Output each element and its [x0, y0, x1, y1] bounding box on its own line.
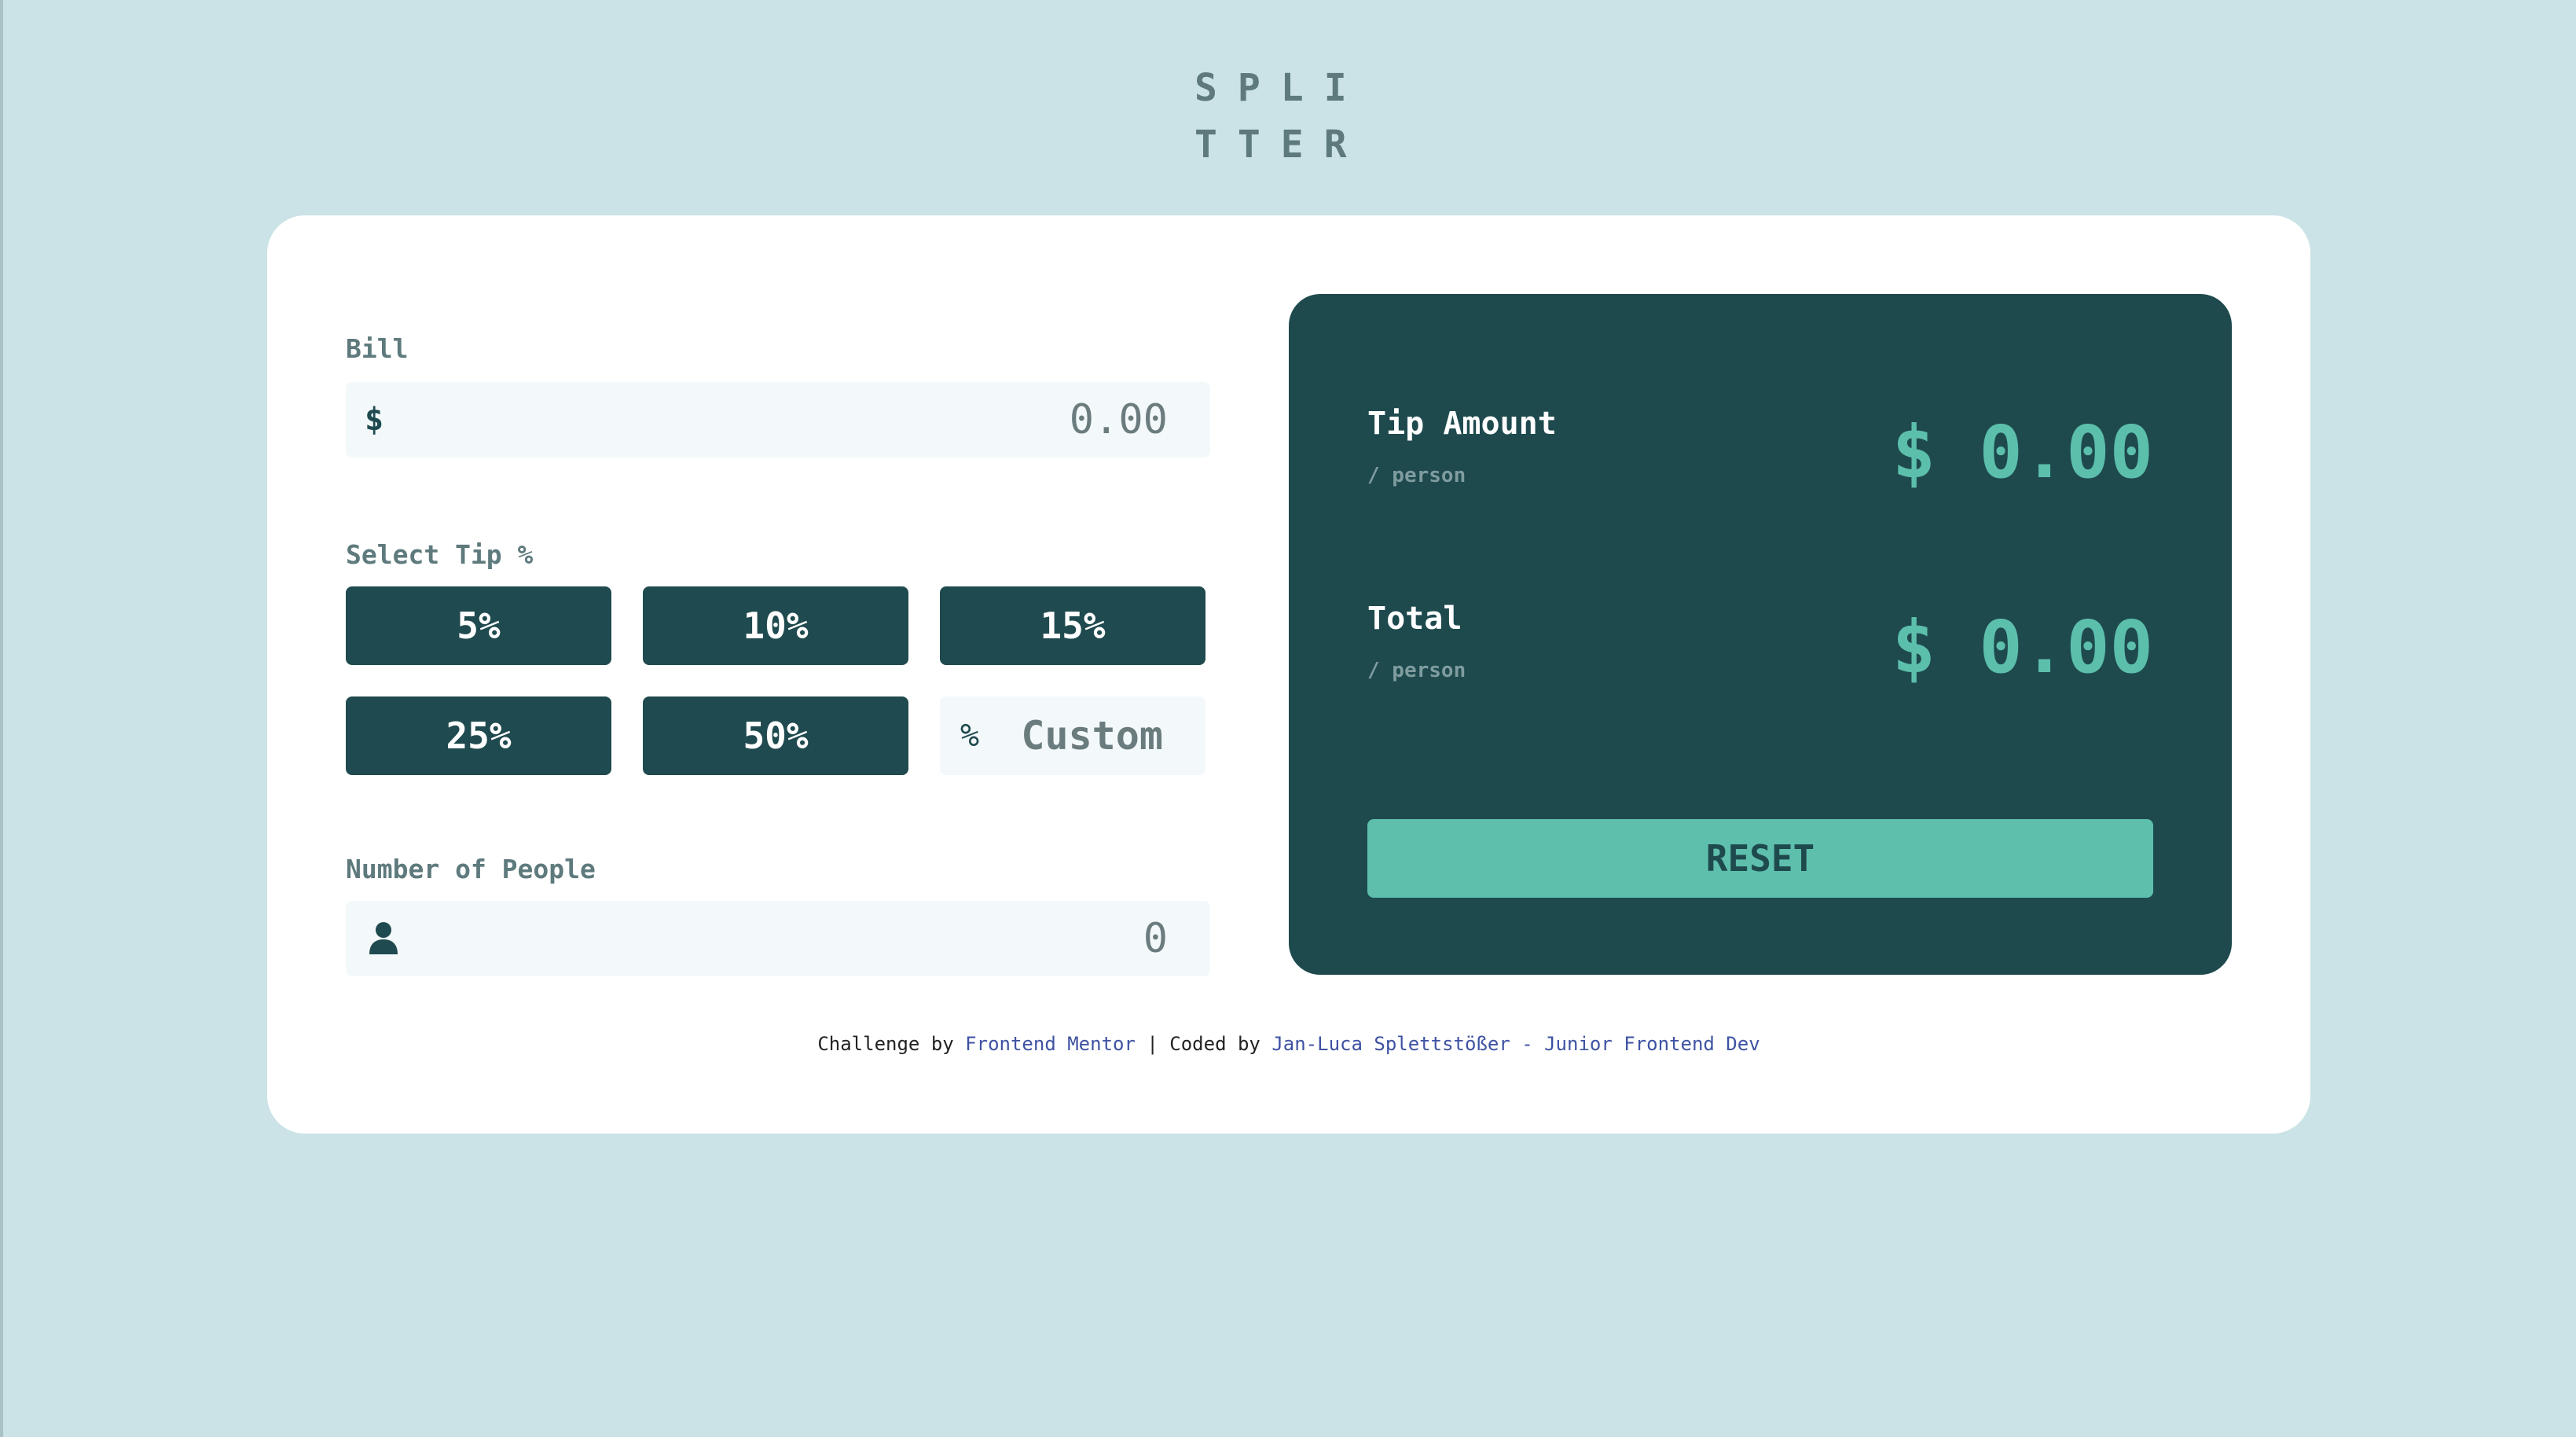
select-tip-label: Select Tip %: [346, 539, 534, 570]
logo-line-2: TTER: [1194, 123, 1367, 167]
custom-tip-input[interactable]: % Custom: [940, 696, 1205, 775]
attribution-footer: Challenge by Frontend Mentor | Coded by …: [267, 1033, 2310, 1055]
tip-amount-value: $ 0.00: [1892, 410, 2153, 494]
tip-amount-sub: / person: [1367, 464, 1466, 487]
tip-button-25[interactable]: 25%: [346, 696, 611, 775]
percent-icon: %: [960, 718, 980, 754]
author-link[interactable]: Jan-Luca Splettstößer - Junior Frontend …: [1271, 1033, 1760, 1055]
dollar-icon: $: [365, 402, 384, 438]
custom-tip-placeholder: Custom: [1021, 713, 1163, 759]
total-title: Total: [1367, 601, 1462, 637]
total-value: $ 0.00: [1892, 605, 2153, 689]
reset-button[interactable]: RESET: [1367, 819, 2153, 898]
logo-line-1: SPLI: [1194, 66, 1367, 110]
app-logo: SPLI TTER: [1194, 60, 1383, 173]
window-edge: [0, 0, 3, 1437]
people-label: Number of People: [346, 854, 596, 884]
tip-button-50[interactable]: 50%: [643, 696, 908, 775]
tip-button-5[interactable]: 5%: [346, 586, 611, 665]
results-panel: Tip Amount / person $ 0.00 Total / perso…: [1289, 294, 2232, 975]
footer-prefix: Challenge by: [817, 1033, 954, 1055]
bill-label: Bill: [346, 333, 409, 364]
tip-button-10[interactable]: 10%: [643, 586, 908, 665]
tip-button-15[interactable]: 15%: [940, 586, 1205, 665]
bill-input-placeholder: 0.00: [1069, 396, 1168, 443]
tip-amount-title: Tip Amount: [1367, 406, 1557, 442]
bill-input[interactable]: $ 0.00: [346, 382, 1210, 458]
people-input-placeholder: 0: [1143, 915, 1168, 962]
frontend-mentor-link[interactable]: Frontend Mentor: [965, 1033, 1136, 1055]
total-sub: / person: [1367, 659, 1466, 682]
footer-separator: | Coded by: [1147, 1033, 1260, 1055]
people-input[interactable]: 0: [346, 901, 1210, 976]
person-icon: [369, 922, 398, 954]
